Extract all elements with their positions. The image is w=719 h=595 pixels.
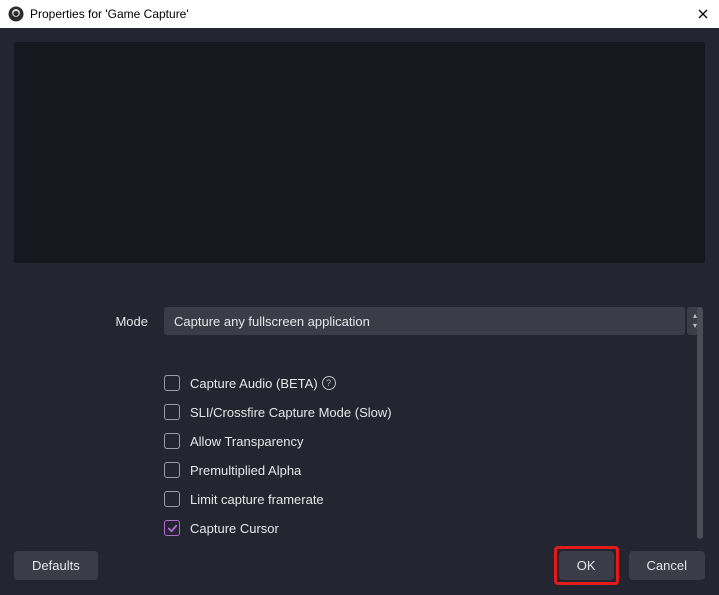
button-group-right: OK Cancel bbox=[554, 546, 705, 585]
form-area: Mode Capture any fullscreen application … bbox=[14, 307, 705, 536]
checkbox-label: Allow Transparency bbox=[190, 434, 303, 449]
titlebar: Properties for 'Game Capture' bbox=[0, 0, 719, 28]
mode-dropdown[interactable]: Capture any fullscreen application ▴ ▾ bbox=[164, 307, 685, 335]
checkbox-label: Capture Cursor bbox=[190, 521, 279, 536]
ok-button[interactable]: OK bbox=[559, 551, 614, 580]
button-row: Defaults OK Cancel bbox=[14, 536, 705, 585]
checkbox[interactable] bbox=[164, 404, 180, 420]
checkbox-row[interactable]: SLI/Crossfire Capture Mode (Slow) bbox=[164, 404, 705, 420]
scrollbar[interactable] bbox=[697, 307, 703, 539]
checkbox-row[interactable]: Limit capture framerate bbox=[164, 491, 705, 507]
checkbox[interactable] bbox=[164, 520, 180, 536]
checkbox-list: Capture Audio (BETA)? SLI/Crossfire Captu… bbox=[164, 375, 705, 536]
mode-dropdown-value: Capture any fullscreen application bbox=[174, 314, 370, 329]
mode-row: Mode Capture any fullscreen application … bbox=[14, 307, 705, 335]
cancel-button[interactable]: Cancel bbox=[629, 551, 705, 580]
checkbox-label: Premultiplied Alpha bbox=[190, 463, 301, 478]
checkbox-label: Capture Audio (BETA)? bbox=[190, 376, 336, 391]
checkbox[interactable] bbox=[164, 433, 180, 449]
checkbox-label: SLI/Crossfire Capture Mode (Slow) bbox=[190, 405, 392, 420]
dialog-body: Mode Capture any fullscreen application … bbox=[0, 28, 719, 595]
capture-preview bbox=[14, 42, 705, 263]
window-title: Properties for 'Game Capture' bbox=[30, 7, 189, 21]
ok-highlight: OK bbox=[554, 546, 619, 585]
help-icon[interactable]: ? bbox=[322, 376, 336, 390]
checkbox-row[interactable]: Allow Transparency bbox=[164, 433, 705, 449]
checkbox-label: Limit capture framerate bbox=[190, 492, 324, 507]
defaults-button[interactable]: Defaults bbox=[14, 551, 98, 580]
checkbox-row[interactable]: Premultiplied Alpha bbox=[164, 462, 705, 478]
checkbox[interactable] bbox=[164, 462, 180, 478]
checkbox[interactable] bbox=[164, 491, 180, 507]
obs-icon bbox=[8, 6, 24, 22]
mode-label: Mode bbox=[14, 314, 154, 329]
close-button[interactable] bbox=[693, 4, 713, 24]
checkbox-row[interactable]: Capture Cursor bbox=[164, 520, 705, 536]
checkbox[interactable] bbox=[164, 375, 180, 391]
checkbox-row[interactable]: Capture Audio (BETA)? bbox=[164, 375, 705, 391]
